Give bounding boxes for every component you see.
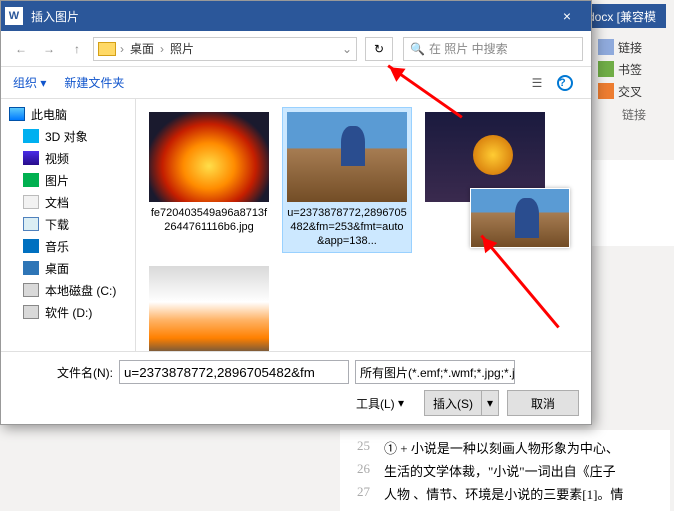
dl-icon xyxy=(23,217,39,231)
drive-icon xyxy=(23,305,39,319)
tree-item-视频[interactable]: 视频 xyxy=(1,147,135,169)
file-item[interactable] xyxy=(144,261,274,351)
tools-menu[interactable]: 工具(L) ▾ xyxy=(344,390,416,416)
chevron-right-icon: › xyxy=(120,42,124,56)
pic-icon xyxy=(23,173,39,187)
desk-icon xyxy=(23,261,39,275)
tree-item-音乐[interactable]: 音乐 xyxy=(1,235,135,257)
search-icon: 🔍 xyxy=(410,42,425,56)
new-folder-button[interactable]: 新建文件夹 xyxy=(64,74,124,91)
tree-item-本地磁盘 (C:)[interactable]: 本地磁盘 (C:) xyxy=(1,279,135,301)
ribbon-crossref-btn[interactable]: 交叉 xyxy=(598,80,670,102)
tree-item-label: 视频 xyxy=(45,150,69,167)
tree-item-label: 此电脑 xyxy=(31,106,67,123)
tree-item-图片[interactable]: 图片 xyxy=(1,169,135,191)
cube-icon xyxy=(23,129,39,143)
search-placeholder: 在 照片 中搜索 xyxy=(429,40,508,57)
nav-up-button[interactable]: ↑ xyxy=(65,37,89,61)
tree-item-label: 3D 对象 xyxy=(45,128,88,145)
ribbon-links-group: 链接 书签 交叉 链接 xyxy=(594,28,674,131)
folder-tree[interactable]: 此电脑 3D 对象视频图片文档下载音乐桌面本地磁盘 (C:) 软件 (D:) xyxy=(1,99,136,351)
tree-item-label: 下载 xyxy=(45,216,69,233)
tree-item-label: 桌面 xyxy=(45,260,69,277)
organize-toolbar: 组织 ▾ 新建文件夹 ☰ ? xyxy=(1,67,591,99)
drive-icon xyxy=(23,283,39,297)
address-bar[interactable]: › 桌面 › 照片 ⌄ xyxy=(93,37,357,61)
organize-menu[interactable]: 组织 ▾ xyxy=(13,74,46,91)
doc-line: 27人物 、情节、环境是小说的三要素[1]。情 xyxy=(340,482,670,505)
file-name-label: fe720403549a96a8713f2644761116b6.jpg xyxy=(149,206,269,234)
mus-icon xyxy=(23,239,39,253)
tree-item-label: 音乐 xyxy=(45,238,69,255)
file-item[interactable]: fe720403549a96a8713f2644761116b6.jpg xyxy=(144,107,274,253)
file-name-label: u=2373878772,2896705482&fm=253&fmt=auto&… xyxy=(287,206,407,248)
cancel-button[interactable]: 取消 xyxy=(507,390,579,416)
pc-icon xyxy=(9,107,25,121)
breadcrumb-item[interactable]: 桌面 xyxy=(128,40,156,57)
filename-label: 文件名(N): xyxy=(13,364,113,381)
doc-icon xyxy=(23,195,39,209)
file-item[interactable]: u=2373878772,2896705482&fm=253&fmt=auto&… xyxy=(282,107,412,253)
help-icon: ? xyxy=(557,75,573,91)
view-options-button[interactable]: ☰ xyxy=(523,72,551,94)
tree-item-label: 图片 xyxy=(45,172,69,189)
filename-input[interactable] xyxy=(119,360,349,384)
tree-item-label: 软件 (D:) xyxy=(45,304,92,321)
vid-icon xyxy=(23,151,39,165)
help-button[interactable]: ? xyxy=(551,72,579,94)
tree-item-下载[interactable]: 下载 xyxy=(1,213,135,235)
filetype-combo[interactable]: 所有图片(*.emf;*.wmf;*.jpg;*.jp⌄ xyxy=(355,360,515,384)
file-thumbnail xyxy=(287,112,407,202)
dialog-title: 插入图片 xyxy=(31,8,547,25)
nav-forward-button[interactable]: → xyxy=(37,37,61,61)
document-lines: 25① + 小说是一种以刻画人物形象为中心、 26生活的文学体裁，"小说"一词出… xyxy=(340,430,670,511)
search-input[interactable]: 🔍 在 照片 中搜索 xyxy=(403,37,583,61)
tree-item-label: 文档 xyxy=(45,194,69,211)
close-button[interactable]: × xyxy=(547,1,587,31)
tree-item-3D 对象[interactable]: 3D 对象 xyxy=(1,125,135,147)
tree-item-此电脑[interactable]: 此电脑 xyxy=(1,103,135,125)
ribbon-link-btn[interactable]: 链接 xyxy=(598,36,670,58)
word-app-icon: W xyxy=(5,7,23,25)
dialog-footer: 文件名(N): 所有图片(*.emf;*.wmf;*.jpg;*.jp⌄ 工具(… xyxy=(1,351,591,424)
ribbon-group-label: 链接 xyxy=(598,106,670,123)
chevron-down-icon[interactable]: ⌄ xyxy=(342,42,352,56)
tree-item-label: 本地磁盘 (C:) xyxy=(45,282,116,299)
dialog-titlebar: W 插入图片 × xyxy=(1,1,591,31)
folder-icon xyxy=(98,42,116,56)
tree-item-软件 (D:)[interactable]: 软件 (D:) xyxy=(1,301,135,323)
nav-back-button[interactable]: ← xyxy=(9,37,33,61)
tree-item-文档[interactable]: 文档 xyxy=(1,191,135,213)
file-thumbnail xyxy=(149,112,269,202)
insert-button[interactable]: 插入(S) xyxy=(424,390,481,416)
chevron-right-icon: › xyxy=(160,42,164,56)
chevron-down-icon: ▾ xyxy=(398,396,404,410)
file-thumbnail xyxy=(149,266,269,351)
breadcrumb-item[interactable]: 照片 xyxy=(168,40,196,57)
nav-toolbar: ← → ↑ › 桌面 › 照片 ⌄ ↻ 🔍 在 照片 中搜索 xyxy=(1,31,591,67)
ribbon-bookmark-btn[interactable]: 书签 xyxy=(598,58,670,80)
doc-line: 25① + 小说是一种以刻画人物形象为中心、 xyxy=(340,436,670,459)
doc-line: 26生活的文学体裁，"小说"一词出自《庄子 xyxy=(340,459,670,482)
tree-item-桌面[interactable]: 桌面 xyxy=(1,257,135,279)
insert-dropdown-button[interactable]: ▾ xyxy=(481,390,499,416)
